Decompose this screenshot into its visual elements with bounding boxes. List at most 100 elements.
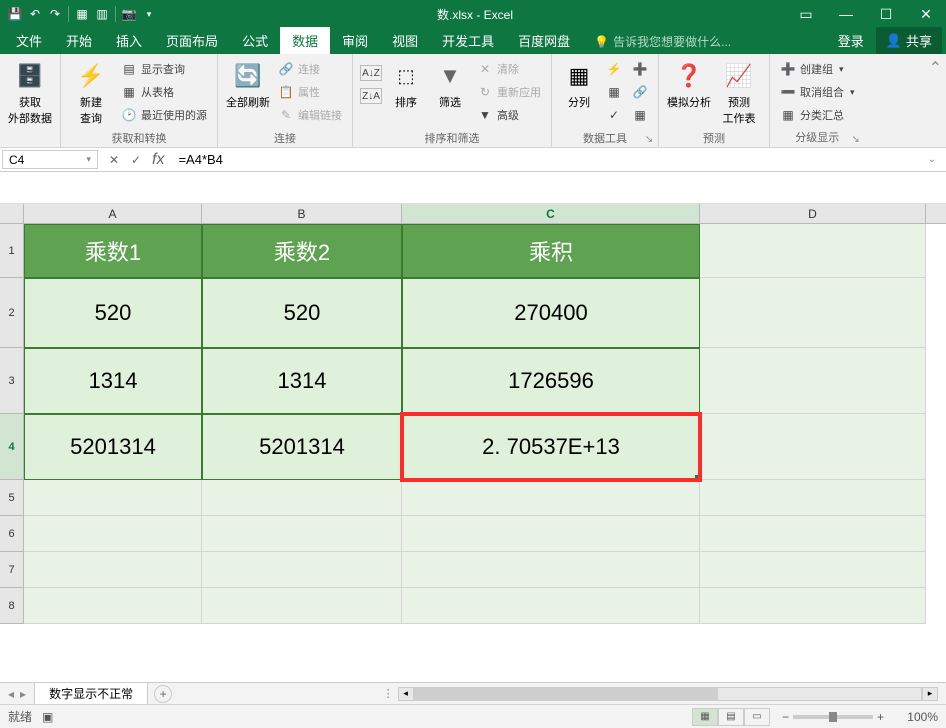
cell-a1[interactable]: 乘数1 xyxy=(24,224,202,278)
data-validation-button[interactable]: ✓ xyxy=(602,104,626,126)
col-header-d[interactable]: D xyxy=(700,204,926,223)
cell-b3[interactable]: 1314 xyxy=(202,348,402,414)
cell-a5[interactable] xyxy=(24,480,202,516)
cell-d2[interactable] xyxy=(700,278,926,348)
formula-expand-icon[interactable]: ⌄ xyxy=(924,154,940,165)
tab-layout[interactable]: 页面布局 xyxy=(154,27,230,54)
cell-d7[interactable] xyxy=(700,552,926,588)
undo-icon[interactable]: ↶ xyxy=(26,5,44,23)
cell-c4[interactable]: 2. 70537E+13 xyxy=(402,414,700,480)
name-box-dropdown-icon[interactable]: ▾ xyxy=(86,154,91,165)
collapse-ribbon-icon[interactable]: ⌃ xyxy=(929,58,942,78)
cell-b7[interactable] xyxy=(202,552,402,588)
col-header-c[interactable]: C xyxy=(402,204,700,223)
qat-camera-icon[interactable]: 📷 xyxy=(120,5,138,23)
cell-c1[interactable]: 乘积 xyxy=(402,224,700,278)
hscroll-right-icon[interactable]: ▸ xyxy=(922,687,938,701)
cell-b8[interactable] xyxy=(202,588,402,624)
filter-button[interactable]: ▼ 筛选 xyxy=(429,58,471,128)
accept-formula-button[interactable]: ✓ xyxy=(126,150,146,170)
qat-grid-icon[interactable]: ▦ xyxy=(73,5,91,23)
row-header-4[interactable]: 4 xyxy=(0,414,24,480)
row-header-3[interactable]: 3 xyxy=(0,348,24,414)
show-queries-button[interactable]: ▤显示查询 xyxy=(117,58,211,80)
cell-b6[interactable] xyxy=(202,516,402,552)
flash-fill-button[interactable]: ⚡ xyxy=(602,58,626,80)
row-header-5[interactable]: 5 xyxy=(0,480,24,516)
login-button[interactable]: 登录 xyxy=(826,27,876,54)
tab-formula[interactable]: 公式 xyxy=(230,27,280,54)
hscroll-left-icon[interactable]: ◂ xyxy=(398,687,414,701)
row-header-2[interactable]: 2 xyxy=(0,278,24,348)
sort-asc-button[interactable]: A↓Z xyxy=(359,62,383,84)
cell-c7[interactable] xyxy=(402,552,700,588)
cell-d6[interactable] xyxy=(700,516,926,552)
cell-c2[interactable]: 270400 xyxy=(402,278,700,348)
cell-c3[interactable]: 1726596 xyxy=(402,348,700,414)
formula-bar[interactable]: =A4*B4 ⌄ xyxy=(172,148,946,171)
cell-d8[interactable] xyxy=(700,588,926,624)
qat-table-icon[interactable]: ▥ xyxy=(93,5,111,23)
remove-dup-button[interactable]: ▦ xyxy=(602,81,626,103)
cell-a3[interactable]: 1314 xyxy=(24,348,202,414)
tab-insert[interactable]: 插入 xyxy=(104,27,154,54)
maximize-button[interactable]: ☐ xyxy=(866,0,906,28)
outline-dialog-icon[interactable]: ↘ xyxy=(850,133,862,145)
from-table-button[interactable]: ▦从表格 xyxy=(117,81,211,103)
cell-d4[interactable] xyxy=(700,414,926,480)
sheet-nav-last-icon[interactable]: ▸ xyxy=(18,687,28,701)
whatif-button[interactable]: ❓ 模拟分析 xyxy=(665,58,713,128)
minimize-button[interactable]: — xyxy=(826,0,866,28)
cell-a6[interactable] xyxy=(24,516,202,552)
forecast-sheet-button[interactable]: 📈 预测 工作表 xyxy=(715,58,763,128)
cell-c8[interactable] xyxy=(402,588,700,624)
cell-a4[interactable]: 5201314 xyxy=(24,414,202,480)
qat-customize-icon[interactable]: ▾ xyxy=(140,5,158,23)
cell-b2[interactable]: 520 xyxy=(202,278,402,348)
new-query-button[interactable]: ⚡ 新建 查询 xyxy=(67,58,115,128)
zoom-slider[interactable] xyxy=(793,715,873,719)
tab-developer[interactable]: 开发工具 xyxy=(430,27,506,54)
sheet-tab-1[interactable]: 数字显示不正常 xyxy=(34,682,148,706)
new-sheet-button[interactable]: + xyxy=(154,685,172,703)
data-tools-dialog-icon[interactable]: ↘ xyxy=(643,133,655,145)
redo-icon[interactable]: ↷ xyxy=(46,5,64,23)
tell-me[interactable]: 💡告诉我您想要做什么... xyxy=(582,29,743,54)
advanced-filter-button[interactable]: ▼高级 xyxy=(473,104,545,126)
close-button[interactable]: ✕ xyxy=(906,0,946,28)
cell-a8[interactable] xyxy=(24,588,202,624)
ungroup-button[interactable]: ➖取消组合▾ xyxy=(776,81,859,103)
consolidate-button[interactable]: ➕ xyxy=(628,58,652,80)
select-all-corner[interactable] xyxy=(0,204,24,223)
name-box[interactable]: C4▾ xyxy=(2,150,98,169)
manage-datamodel-button[interactable]: ▦ xyxy=(628,104,652,126)
tab-home[interactable]: 开始 xyxy=(54,27,104,54)
sheet-nav-first-icon[interactable]: ◂ xyxy=(6,687,16,701)
sort-button[interactable]: ⬚ 排序 xyxy=(385,58,427,128)
row-header-6[interactable]: 6 xyxy=(0,516,24,552)
view-layout-button[interactable]: ▤ xyxy=(718,708,744,726)
subtotal-button[interactable]: ▦分类汇总 xyxy=(776,104,859,126)
cell-c6[interactable] xyxy=(402,516,700,552)
relationships-button[interactable]: 🔗 xyxy=(628,81,652,103)
fx-icon[interactable]: fx xyxy=(148,151,168,169)
cell-b4[interactable]: 5201314 xyxy=(202,414,402,480)
get-external-data-button[interactable]: 🗄️ 获取 外部数据 xyxy=(6,58,54,128)
cell-d1[interactable] xyxy=(700,224,926,278)
cell-c5[interactable] xyxy=(402,480,700,516)
row-header-7[interactable]: 7 xyxy=(0,552,24,588)
tab-review[interactable]: 审阅 xyxy=(330,27,380,54)
cancel-formula-button[interactable]: ✕ xyxy=(104,150,124,170)
view-pagebreak-button[interactable]: ▭ xyxy=(744,708,770,726)
cell-a2[interactable]: 520 xyxy=(24,278,202,348)
connections-button[interactable]: 🔗连接 xyxy=(274,58,346,80)
zoom-out-button[interactable]: − xyxy=(782,710,789,724)
cell-d3[interactable] xyxy=(700,348,926,414)
cell-d5[interactable] xyxy=(700,480,926,516)
save-icon[interactable]: 💾 xyxy=(6,5,24,23)
col-header-b[interactable]: B xyxy=(202,204,402,223)
refresh-all-button[interactable]: 🔄 全部刷新 xyxy=(224,58,272,128)
recent-sources-button[interactable]: 🕑最近使用的源 xyxy=(117,104,211,126)
row-header-8[interactable]: 8 xyxy=(0,588,24,624)
row-header-1[interactable]: 1 xyxy=(0,224,24,278)
